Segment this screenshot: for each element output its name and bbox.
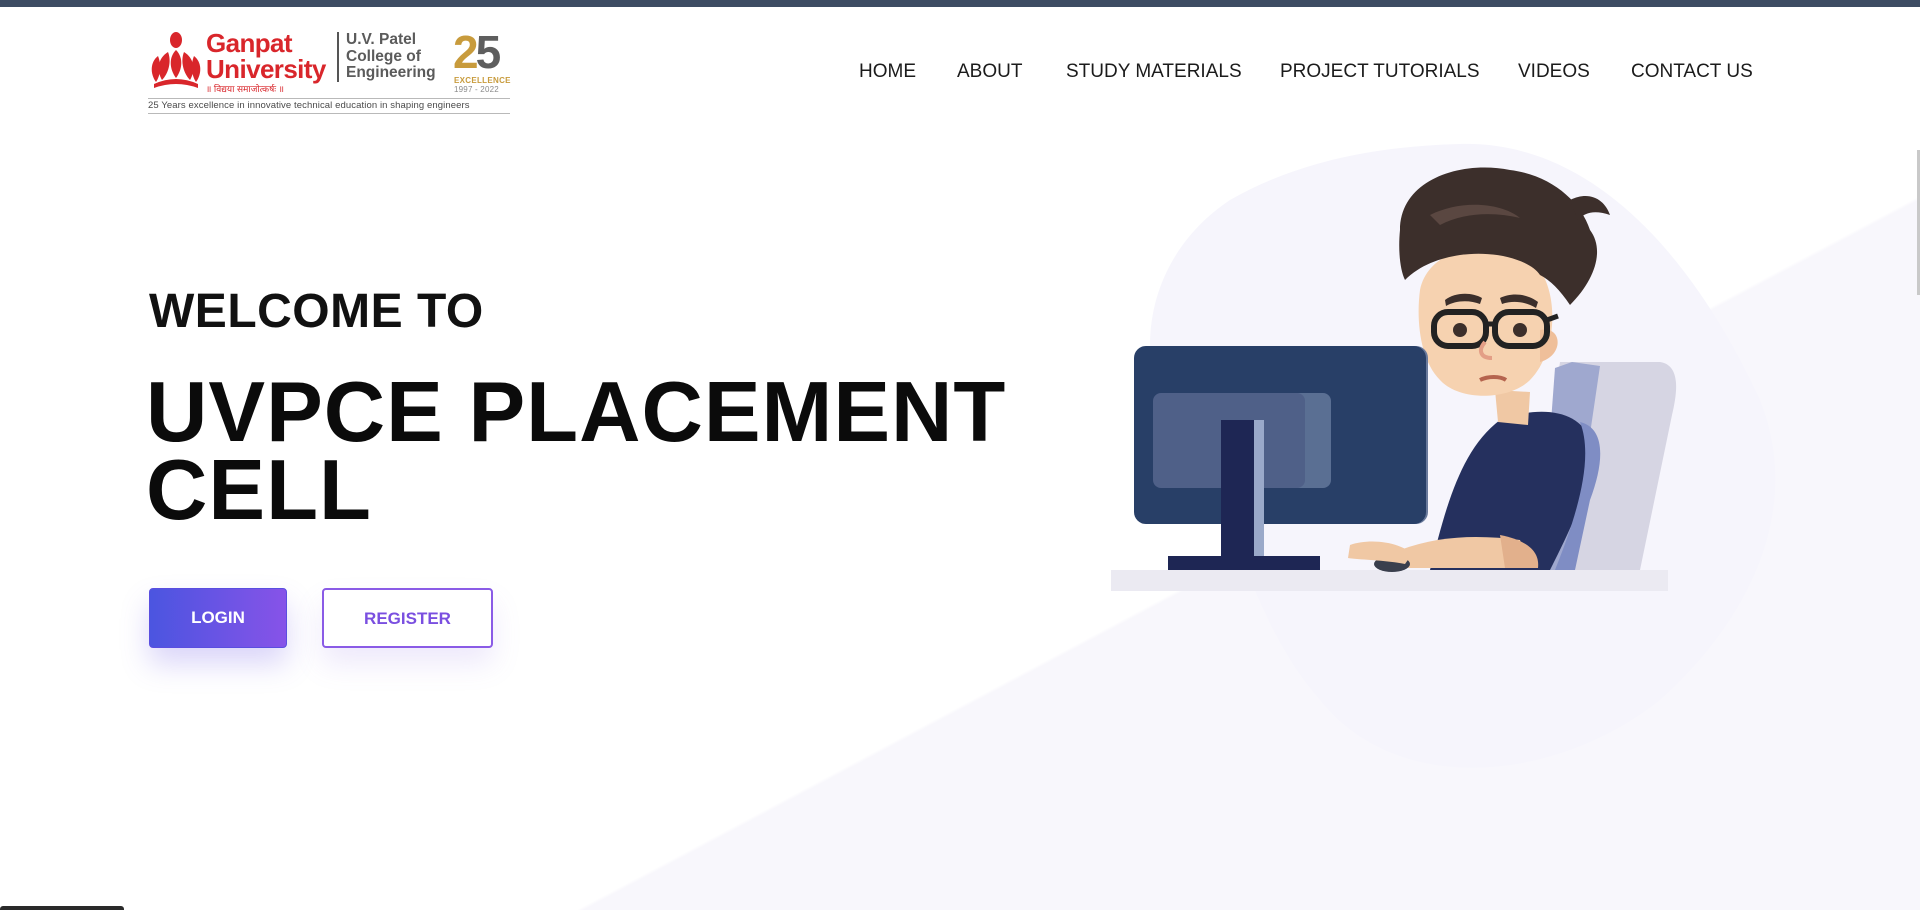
student-at-computer-illustration [1111, 143, 1776, 768]
nav-about-link[interactable]: ABOUT [957, 60, 1022, 84]
university-name-line1: Ganpat [206, 28, 293, 58]
bottom-left-tab [0, 906, 124, 910]
logo-tagline: 25 Years excellence in innovative techni… [148, 98, 510, 114]
main-navigation: HOME ABOUT STUDY MATERIALS PROJECT TUTOR… [0, 60, 1920, 84]
eye-right [1513, 323, 1527, 337]
hero-welcome-text: WELCOME TO [149, 285, 484, 338]
college-name-line1: U.V. Patel [346, 31, 417, 48]
monitor-stand-highlight [1254, 420, 1264, 568]
nav-videos-link[interactable]: VIDEOS [1518, 60, 1590, 84]
nav-study-materials-link[interactable]: STUDY MATERIALS [1066, 60, 1242, 84]
nav-home-link[interactable]: HOME [859, 60, 916, 84]
nav-project-tutorials-link[interactable]: PROJECT TUTORIALS [1280, 60, 1480, 84]
badge-years-text: 1997 - 2022 [454, 85, 499, 94]
hero-title: UVPCE PLACEMENT CELL [146, 365, 1007, 538]
monitor-stand [1221, 420, 1257, 568]
monitor-base [1168, 556, 1320, 570]
eye-left [1453, 323, 1467, 337]
login-button[interactable]: LOGIN [149, 588, 287, 648]
register-button[interactable]: REGISTER [322, 588, 493, 648]
nav-contact-us-link[interactable]: CONTACT US [1631, 60, 1753, 84]
desk-surface [1111, 570, 1668, 591]
person-neck [1495, 390, 1530, 425]
